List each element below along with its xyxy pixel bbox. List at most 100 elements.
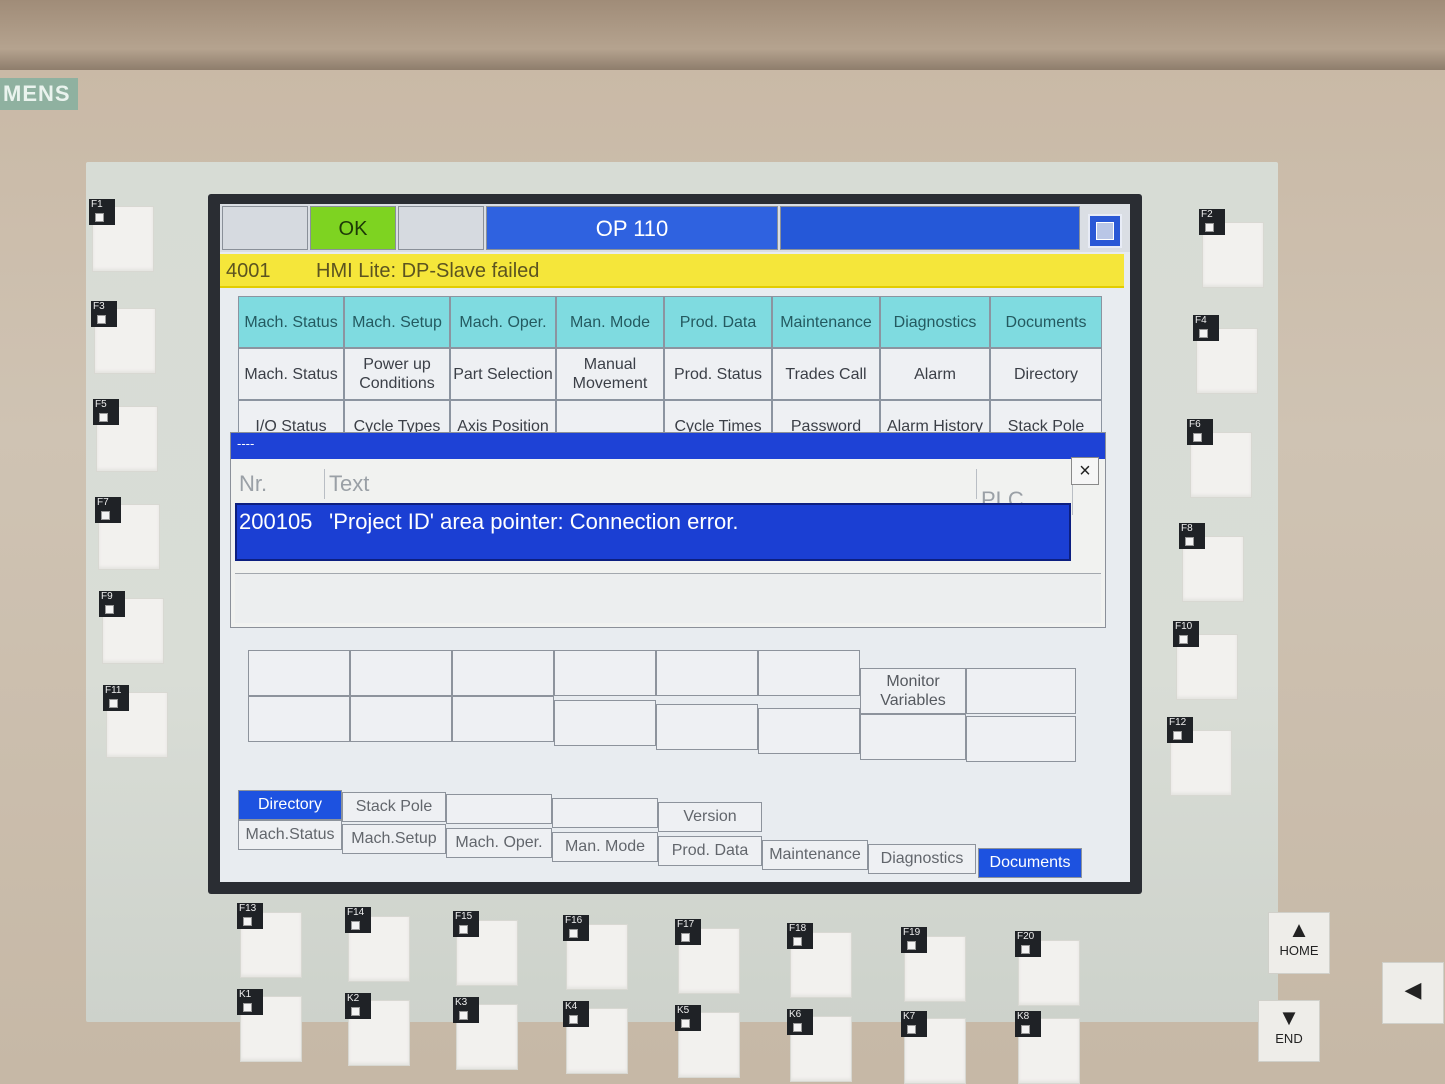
tab-mach-status[interactable]: Mach.Status [238, 820, 342, 850]
grid-button-2-2[interactable] [350, 696, 452, 742]
tab-upper-3[interactable] [446, 794, 552, 824]
tab-documents[interactable]: Documents [978, 848, 1082, 878]
key-k2[interactable]: K2 [345, 993, 410, 1066]
brand-logo: MENS [0, 78, 78, 110]
function-key-f6[interactable]: F6 [1187, 419, 1252, 498]
menu-documents[interactable]: Documents [990, 296, 1102, 348]
menu-man-mode[interactable]: Man. Mode [556, 296, 664, 348]
grid-button-1-4[interactable] [554, 650, 656, 696]
tab-mach-oper[interactable]: Mach. Oper. [446, 828, 552, 858]
tab-mach-setup[interactable]: Mach.Setup [342, 824, 446, 854]
menu-prod-data[interactable]: Prod. Data [664, 296, 772, 348]
function-key-f16[interactable]: F16 [563, 915, 628, 990]
menu-prod-status[interactable]: Prod. Status [664, 348, 772, 400]
menu-manual-movement[interactable]: Manual Movement [556, 348, 664, 400]
grid-button-1-3[interactable] [452, 650, 554, 696]
alarm-line[interactable]: 4001 HMI Lite: DP-Slave failed [220, 254, 1124, 288]
key-k6[interactable]: K6 [787, 1009, 852, 1082]
cursor-left-key[interactable]: ◀ [1382, 962, 1444, 1024]
function-key-f1[interactable]: F1 [89, 199, 154, 272]
grid-button-1-2[interactable] [350, 650, 452, 696]
tab-stack-pole[interactable]: Stack Pole [342, 792, 446, 822]
tab-diagnostics[interactable]: Diagnostics [868, 844, 976, 874]
function-key-f17[interactable]: F17 [675, 919, 740, 994]
menu-part-selection[interactable]: Part Selection [450, 348, 556, 400]
grid-button-1-8[interactable] [966, 668, 1076, 714]
key-k1[interactable]: K1 [237, 989, 302, 1062]
function-key-f8[interactable]: F8 [1179, 523, 1244, 602]
key-k8[interactable]: K8 [1015, 1011, 1080, 1084]
grid-button-2-4[interactable] [554, 700, 656, 746]
station-title: OP 110 [486, 206, 778, 250]
key-k7[interactable]: K7 [901, 1011, 966, 1084]
function-key-f15[interactable]: F15 [453, 911, 518, 986]
function-key-f2[interactable]: F2 [1199, 209, 1264, 288]
tab-prod-data[interactable]: Prod. Data [658, 836, 762, 866]
header-cell-3[interactable] [398, 206, 484, 250]
function-key-f3[interactable]: F3 [91, 301, 156, 374]
function-key-f9[interactable]: F9 [99, 591, 164, 664]
message-text: 'Project ID' area pointer: Connection er… [329, 509, 739, 534]
grid-button-2-7[interactable] [860, 714, 966, 760]
menu-mach-status[interactable]: Mach. Status [238, 296, 344, 348]
menu-mach-setup[interactable]: Mach. Setup [344, 296, 450, 348]
arrow-left-icon: ◀ [1404, 977, 1422, 1002]
function-key-f14[interactable]: F14 [345, 907, 410, 982]
panel-top-frame [0, 0, 1445, 70]
function-key-f5[interactable]: F5 [93, 399, 158, 472]
grid-button-1-1[interactable] [248, 650, 350, 696]
end-key[interactable]: ▼ END [1258, 1000, 1320, 1062]
dialog-title: ---- [231, 433, 1105, 459]
function-key-f10[interactable]: F10 [1173, 621, 1238, 700]
grid-button-1-6[interactable] [758, 650, 860, 696]
arrow-down-icon: ▼ [1278, 1005, 1300, 1030]
menu-alarm[interactable]: Alarm [880, 348, 990, 400]
tab-man-mode[interactable]: Man. Mode [552, 832, 658, 862]
function-key-f11[interactable]: F11 [103, 685, 168, 758]
home-key[interactable]: ▲ HOME [1268, 912, 1330, 974]
close-icon[interactable]: × [1071, 457, 1099, 485]
header-cell-1[interactable] [222, 206, 308, 250]
key-k4[interactable]: K4 [563, 1001, 628, 1074]
alarm-number: 4001 [226, 260, 271, 282]
key-k3[interactable]: K3 [453, 997, 518, 1070]
column-header-text[interactable]: Text [325, 469, 977, 499]
function-key-f7[interactable]: F7 [95, 497, 160, 570]
menu-trades-call[interactable]: Trades Call [772, 348, 880, 400]
grid-button-1-5[interactable] [656, 650, 758, 696]
arrow-up-icon: ▲ [1288, 917, 1310, 942]
menu-mach-oper[interactable]: Mach. Oper. [450, 296, 556, 348]
menu-maintenance[interactable]: Maintenance [772, 296, 880, 348]
menu-mach-status-2[interactable]: Mach. Status [238, 348, 344, 400]
grid-button-2-6[interactable] [758, 708, 860, 754]
menu-diagnostics[interactable]: Diagnostics [880, 296, 990, 348]
grid-button-2-1[interactable] [248, 696, 350, 742]
monitor-variables-button[interactable]: Monitor Variables [860, 668, 966, 714]
column-header-nr[interactable]: Nr. [235, 469, 325, 499]
menu-directory[interactable]: Directory [990, 348, 1102, 400]
function-key-f12[interactable]: F12 [1167, 717, 1232, 796]
function-key-f4[interactable]: F4 [1193, 315, 1258, 394]
header-bar: OK OP 110 [220, 204, 1130, 252]
function-key-f19[interactable]: F19 [901, 927, 966, 1002]
dialog-footer [235, 573, 1101, 623]
grid-button-2-3[interactable] [452, 696, 554, 742]
window-toggle-button[interactable] [1088, 214, 1122, 248]
tab-version[interactable]: Version [658, 802, 762, 832]
tab-upper-4[interactable] [552, 798, 658, 828]
system-message-dialog: ---- × Nr. Text PLC 200105 'Project ID' … [230, 432, 1106, 628]
function-key-f20[interactable]: F20 [1015, 931, 1080, 1006]
header-blue-field [780, 206, 1080, 250]
function-key-f13[interactable]: F13 [237, 903, 302, 978]
key-k5[interactable]: K5 [675, 1005, 740, 1078]
grid-button-2-8[interactable] [966, 716, 1076, 762]
tab-directory[interactable]: Directory [238, 790, 342, 820]
function-key-f18[interactable]: F18 [787, 923, 852, 998]
message-row-selected[interactable]: 200105 'Project ID' area pointer: Connec… [235, 503, 1071, 561]
hmi-screen: OK OP 110 4001 HMI Lite: DP-Slave failed… [220, 204, 1130, 882]
alarm-message: HMI Lite: DP-Slave failed [316, 260, 540, 282]
tab-maintenance[interactable]: Maintenance [762, 840, 868, 870]
menu-power-up-conditions[interactable]: Power up Conditions [344, 348, 450, 400]
grid-button-2-5[interactable] [656, 704, 758, 750]
ok-button[interactable]: OK [310, 206, 396, 250]
